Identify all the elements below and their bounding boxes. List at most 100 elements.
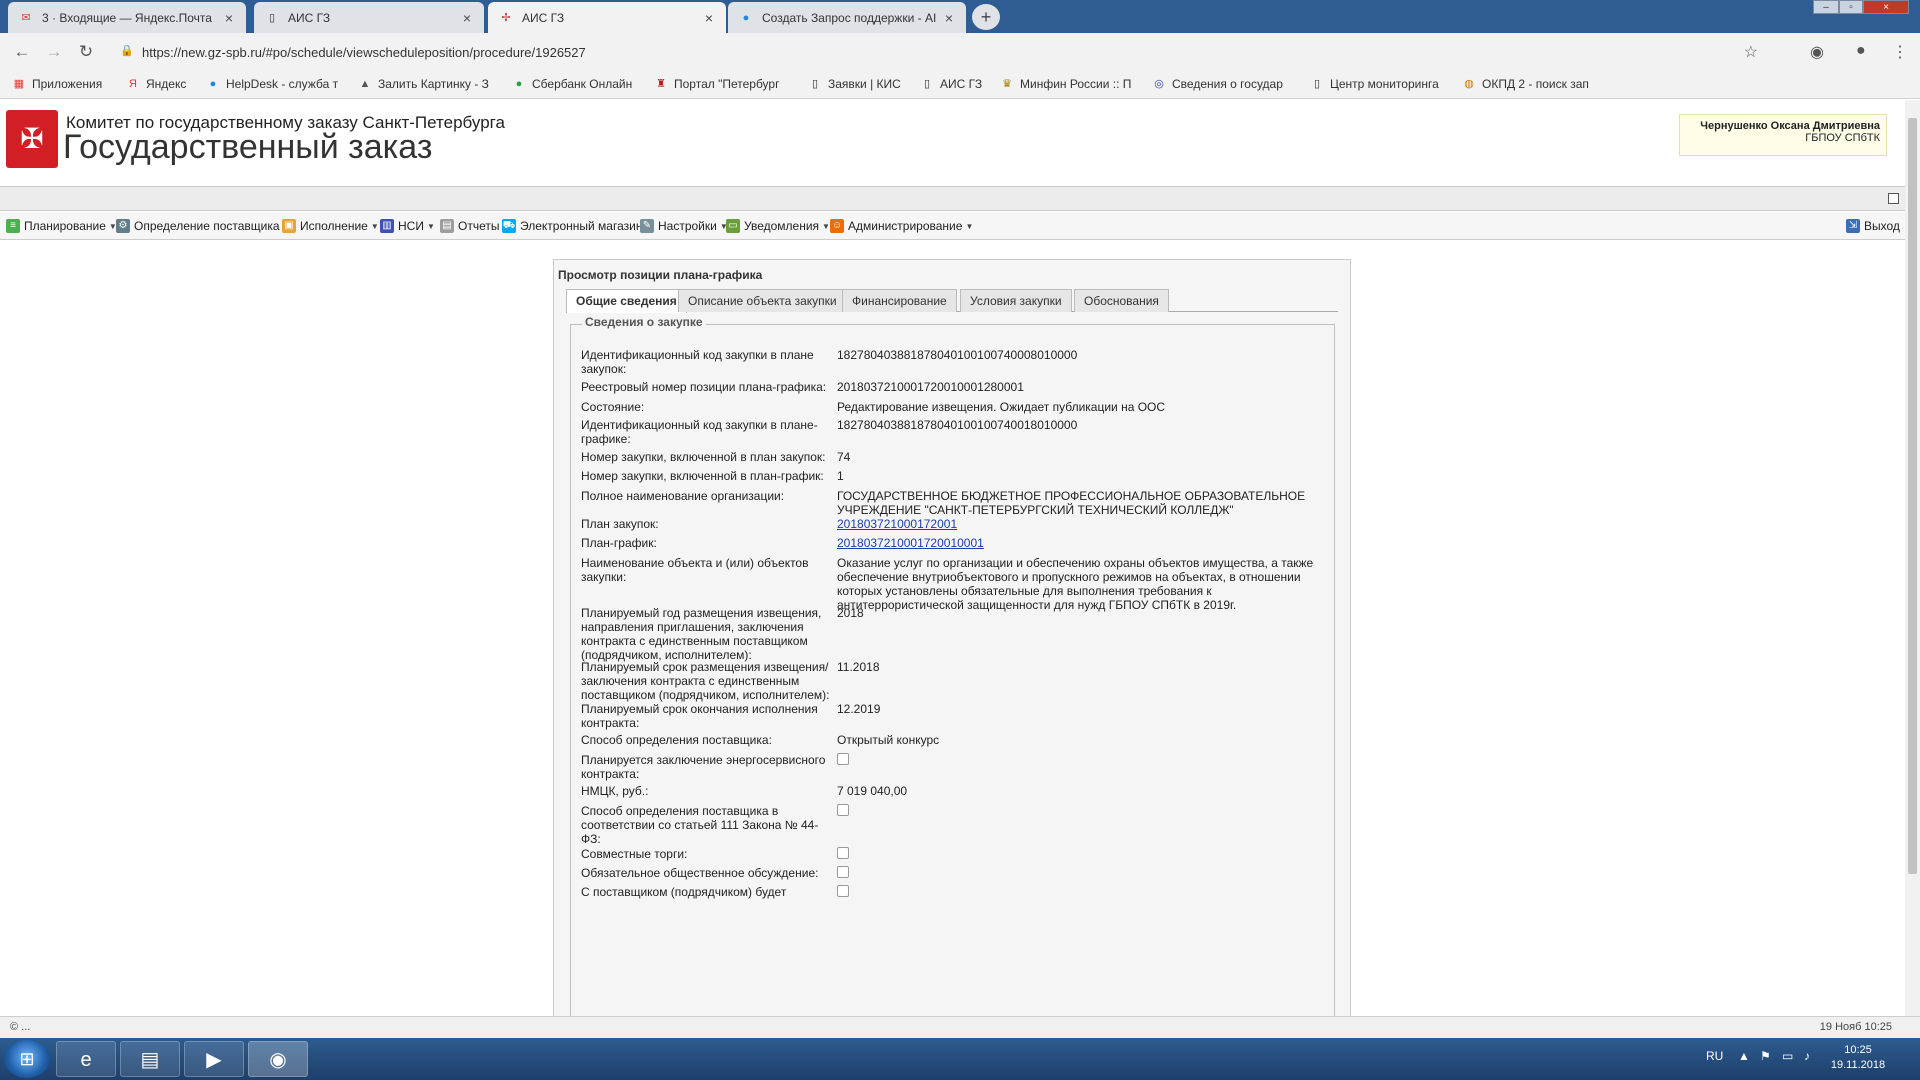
menu-supplier[interactable]: ⚙Определение поставщика▼ [116, 219, 290, 233]
maximize-button[interactable]: ▫ [1839, 0, 1863, 14]
bookmark-kis[interactable]: ▯ Заявки | КИС [808, 77, 901, 91]
tab-object-description[interactable]: Описание объекта закупки [678, 289, 847, 312]
field-value: 182780403881878040100100740008010000 [837, 348, 1078, 362]
menu-eshop[interactable]: ⛟ Электронный магазин [502, 219, 642, 233]
clock-time: 10:25 [1844, 1044, 1872, 1056]
chrome-app-icon[interactable]: ◉ [248, 1041, 308, 1077]
user-info[interactable]: Чернушенко Оксана Дмитриевна ГБПОУ СПбТК [1679, 114, 1887, 156]
field-label: Номер закупки, включенной в план закупок… [581, 450, 826, 464]
new-tab-button[interactable]: + [972, 4, 1000, 30]
caret-down-icon: ▼ [426, 221, 435, 231]
menu-icon[interactable]: ⋮ [1892, 42, 1908, 62]
menu-reports[interactable]: ▤ Отчеты [440, 219, 499, 233]
helpdesk-icon: ● [209, 78, 217, 90]
back-icon[interactable]: ← [12, 42, 32, 62]
panel-title: Просмотр позиции плана-графика [558, 268, 763, 282]
browser-tab-support[interactable]: ● Создать Запрос поддержки - AI × [728, 2, 966, 33]
browser-tab-mail[interactable]: ✉ 3 · Входящие — Яндекс.Почта × [8, 2, 246, 33]
bookmark-yandex[interactable]: Я Яндекс [126, 77, 186, 91]
content-area: Просмотр позиции плана-графика Общие све… [0, 241, 1905, 1016]
field-label: Идентификационный код закупки в плане за… [581, 348, 814, 376]
browser-tab-ais-1[interactable]: ▯ АИС ГЗ × [254, 2, 484, 33]
menu-nsi[interactable]: ▥ НСИ ▼ [380, 219, 435, 233]
supplier-icon: ⚙ [116, 219, 130, 233]
execution-icon: ▣ [282, 219, 296, 233]
user-name: Чернушенко Оксана Дмитриевна [1700, 120, 1880, 132]
energy-service-checkbox[interactable] [837, 753, 849, 765]
planning-icon: ≡ [6, 219, 20, 233]
collapse-icon[interactable] [1888, 193, 1899, 204]
windows-taskbar: ⊞ e ▤ ▶ ◉ RU ▲ ⚑ ▭ ♪ 10:25 19.11.2018 [0, 1038, 1920, 1080]
supplier-contract-checkbox[interactable] [837, 885, 849, 897]
scrollbar-thumb[interactable] [1908, 118, 1917, 874]
gz-icon: ✢ [501, 12, 511, 24]
bookmark-star-icon[interactable]: ☆ [1744, 42, 1758, 62]
logout-button[interactable]: ⇲ Выход [1846, 219, 1900, 233]
ie-app-icon[interactable]: e [56, 1041, 116, 1077]
page-scrollbar[interactable] [1905, 100, 1920, 1016]
field-value: 2018037210001720010001280001 [837, 380, 1024, 394]
media-player-app-icon[interactable]: ▶ [184, 1041, 244, 1077]
flag-icon[interactable]: ⚑ [1760, 1049, 1771, 1063]
screen: { "browser": { "tabs": [ {"title": "3 · … [0, 0, 1920, 1080]
globe-icon: ◎ [1154, 78, 1164, 90]
field-label: Полное наименование организации: [581, 489, 785, 503]
close-icon[interactable]: × [702, 10, 716, 26]
clock-date: 19.11.2018 [1830, 1059, 1886, 1071]
coat-of-arms-logo: ✠ [6, 110, 58, 168]
eagle-icon: ♛ [1002, 78, 1012, 90]
menu-notifications[interactable]: ▭ Уведомления ▼ [726, 219, 830, 233]
bookmark-image-upload[interactable]: ▲ Залить Картинку - З [358, 77, 489, 91]
tab-procurement-terms[interactable]: Условия закупки [960, 289, 1072, 312]
field-label: Обязательное общественное обсуждение: [581, 866, 819, 880]
field-value: 182780403881878040100100740018010000 [837, 418, 1078, 432]
field-label: Идентификационный код закупки в плане-гр… [581, 418, 818, 446]
minimize-button[interactable]: – [1813, 0, 1839, 14]
close-icon[interactable]: × [222, 10, 236, 26]
menu-settings[interactable]: ✎ Настройки ▼ [640, 219, 728, 233]
forward-icon[interactable]: → [44, 42, 64, 62]
bookmark-okpd[interactable]: ◍ ОКПД 2 - поиск зап [1462, 77, 1589, 91]
field-value: 7 019 040,00 [837, 784, 908, 798]
field-value: 74 [837, 450, 851, 464]
field-value: 2018 [837, 606, 864, 620]
address-bar[interactable]: 🔒 https://new.gz-spb.ru/#po/schedule/vie… [110, 38, 1770, 66]
reload-icon[interactable]: ↻ [76, 42, 96, 62]
volume-icon[interactable]: ♪ [1804, 1049, 1810, 1063]
bookmark-gos-info[interactable]: ◎ Сведения о государ [1152, 77, 1283, 91]
tray-expand-icon[interactable]: ▲ [1738, 1049, 1750, 1063]
language-indicator[interactable]: RU [1706, 1049, 1723, 1063]
menu-admin[interactable]: ☺ Администрирование ▼ [830, 219, 973, 233]
schedule-link[interactable]: 2018037210001720010001 [837, 536, 984, 550]
sberbank-icon: ● [515, 78, 523, 90]
tab-justifications[interactable]: Обоснования [1074, 289, 1169, 312]
bookmark-helpdesk[interactable]: ● HelpDesk - служба т [206, 77, 338, 91]
close-icon[interactable]: × [460, 10, 474, 26]
close-window-button[interactable]: × [1863, 0, 1909, 14]
tab-general[interactable]: Общие сведения [566, 289, 687, 313]
start-button[interactable]: ⊞ [4, 1040, 50, 1078]
network-icon[interactable]: ▭ [1782, 1049, 1793, 1063]
bookmark-monitoring[interactable]: ▯ Центр мониторинга [1310, 77, 1439, 91]
bookmark-ais[interactable]: ▯ АИС ГЗ [920, 77, 982, 91]
article-111-checkbox[interactable] [837, 804, 849, 816]
field-label: План-график: [581, 536, 657, 550]
profile-icon[interactable]: ● [1856, 42, 1866, 60]
field-value: Оказание услуг по организации и обеспече… [837, 556, 1314, 612]
bookmark-apps[interactable]: ▦ Приложения [12, 77, 102, 91]
menu-planning[interactable]: ≡ Планирование ▼ [6, 219, 117, 233]
public-discussion-checkbox[interactable] [837, 866, 849, 878]
bookmark-portal[interactable]: ♜ Портал "Петербург [654, 77, 779, 91]
joint-tenders-checkbox[interactable] [837, 847, 849, 859]
explorer-app-icon[interactable]: ▤ [120, 1041, 180, 1077]
tab-financing[interactable]: Финансирование [842, 289, 957, 312]
bookmark-minfin[interactable]: ♛ Минфин России :: П [1000, 77, 1131, 91]
menu-execution[interactable]: ▣ Исполнение ▼ [282, 219, 379, 233]
page-icon: ▯ [923, 78, 931, 90]
close-icon[interactable]: × [942, 10, 956, 26]
browser-tab-ais-2[interactable]: ✢ АИС ГЗ × [488, 2, 726, 33]
bookmark-sberbank[interactable]: ● Сбербанк Онлайн [512, 77, 633, 91]
clock[interactable]: 10:25 19.11.2018 [1818, 1043, 1898, 1073]
extension-icon[interactable]: ◉ [1810, 42, 1824, 62]
plan-link[interactable]: 201803721000172001 [837, 517, 957, 531]
